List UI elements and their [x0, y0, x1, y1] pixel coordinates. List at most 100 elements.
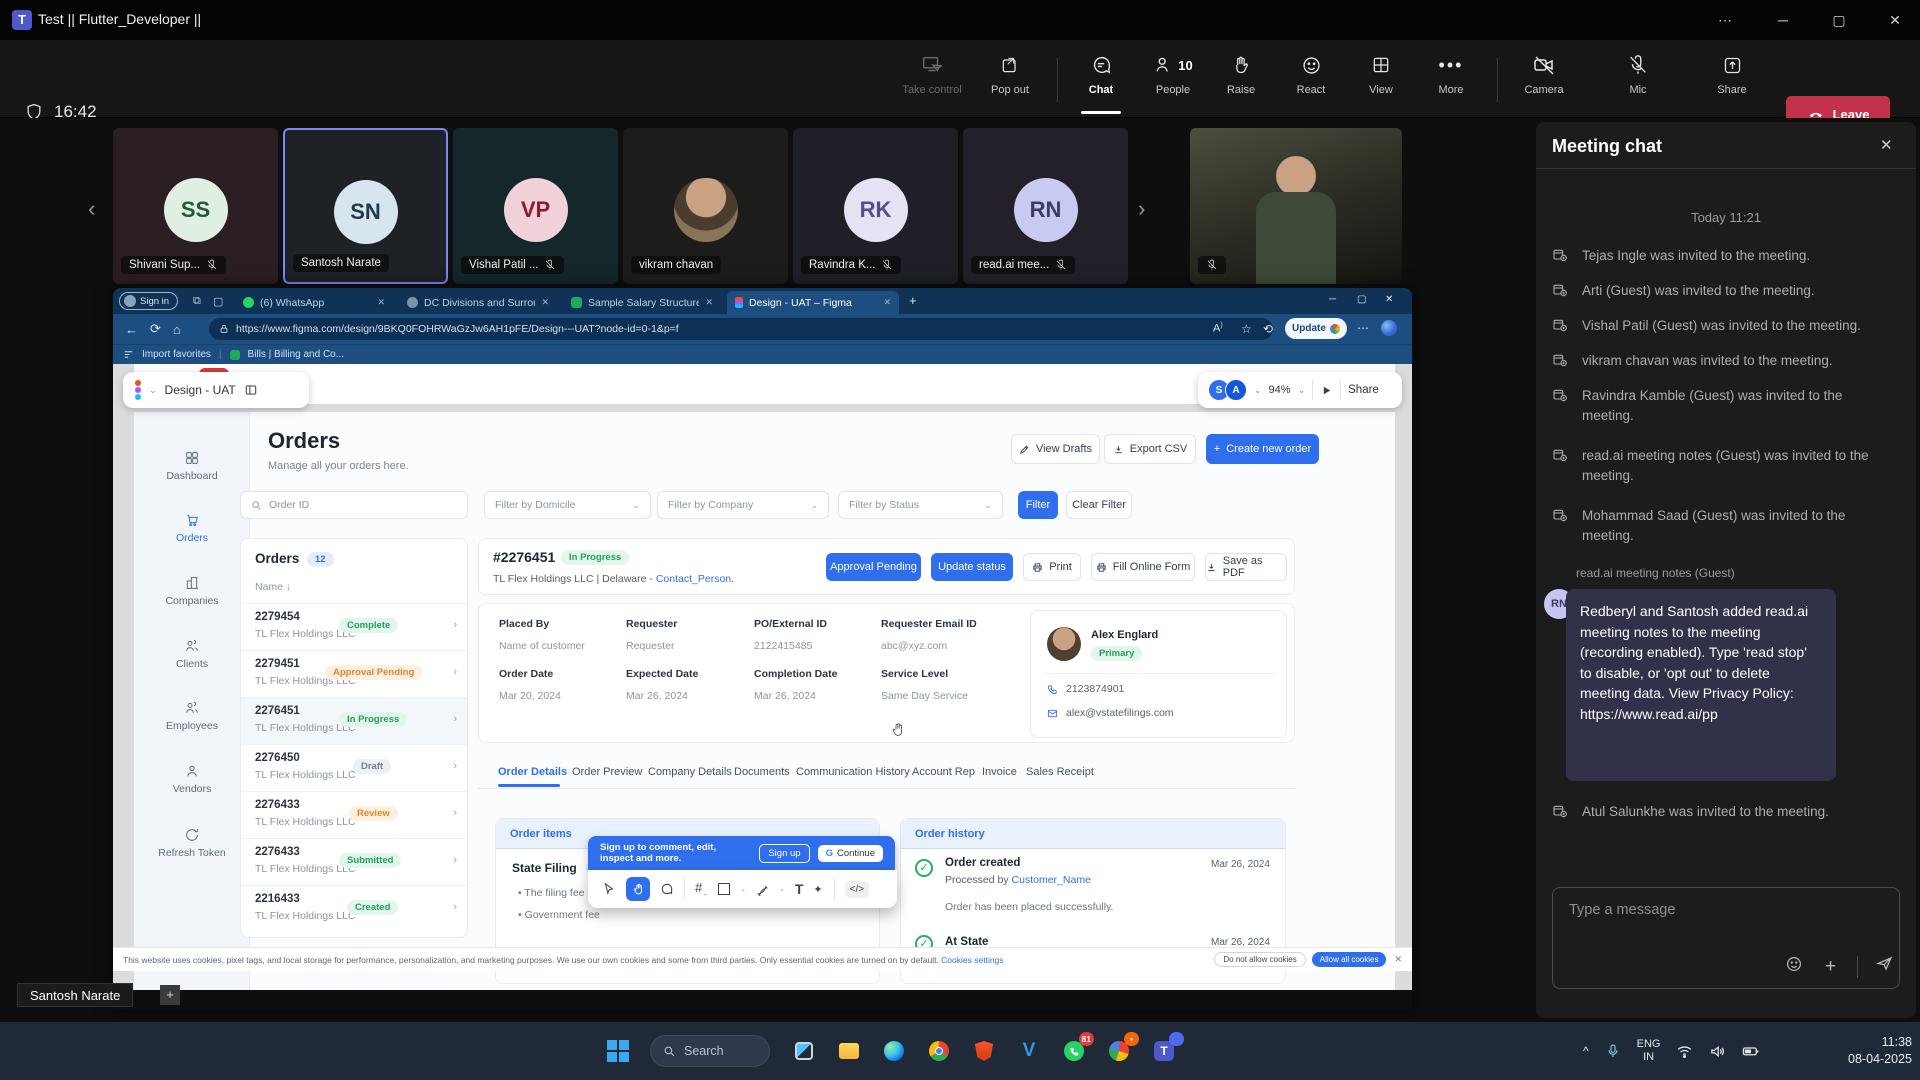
tab-company-details[interactable]: Company Details	[648, 766, 732, 778]
filter-company-select[interactable]: Filter by Company⌄	[657, 491, 829, 519]
chevron-down-icon[interactable]: ⌄	[1254, 385, 1262, 396]
more-button[interactable]: ••• More	[1419, 50, 1483, 110]
filter-button[interactable]: Filter	[1018, 491, 1058, 519]
browser-minimize[interactable]: ─	[1329, 294, 1336, 305]
order-row-selected[interactable]: 2276451TL Flex Holdings LLC In Progress›	[241, 697, 467, 744]
figma-doc-pill[interactable]: ⌄ Design - UAT	[123, 372, 309, 408]
pen-tool-icon[interactable]	[756, 883, 769, 896]
view-button[interactable]: View	[1349, 50, 1413, 110]
window-menu-icon[interactable]: ⋯	[1702, 0, 1748, 40]
fill-online-form-button[interactable]: Fill Online Form	[1091, 553, 1195, 581]
save-as-pdf-button[interactable]: Save as PDF	[1205, 553, 1287, 581]
tab-close-icon[interactable]: ✕	[705, 297, 713, 308]
whatsapp-icon[interactable]: 81	[1060, 1037, 1088, 1065]
close-button[interactable]: ✕	[1872, 0, 1918, 40]
sidebar-item-refresh-token[interactable]: Refresh Token	[134, 827, 250, 859]
participant-tile[interactable]: SS Shivani Sup...	[113, 128, 278, 284]
participant-tile[interactable]: VP Vishal Patil ...	[453, 128, 618, 284]
export-csv-button[interactable]: Export CSV	[1104, 434, 1196, 464]
taskbar-search[interactable]: Search	[650, 1035, 770, 1067]
browser-close[interactable]: ✕	[1385, 294, 1393, 305]
order-row[interactable]: 2279451TL Flex Holdings LLC Approval Pen…	[241, 650, 467, 697]
bills-bookmark-link[interactable]: Bills | Billing and Co...	[248, 349, 345, 360]
cookie-settings-link[interactable]: Cookies settings	[941, 955, 1003, 965]
tab-close-icon[interactable]: ✕	[883, 297, 891, 308]
figma-share-button[interactable]: Share	[1348, 384, 1379, 396]
chat-message-input[interactable]: Type a message +	[1552, 887, 1900, 989]
tab-sales-receipt[interactable]: Sales Receipt	[1026, 766, 1094, 778]
move-tool-icon[interactable]	[602, 882, 616, 896]
attach-plus-icon[interactable]: +	[1825, 956, 1836, 978]
mic-button[interactable]: Mic	[1606, 50, 1670, 110]
shape-tool-icon[interactable]	[718, 883, 730, 895]
back-icon[interactable]: ←	[125, 322, 138, 337]
copilot-icon[interactable]	[1381, 320, 1397, 336]
file-explorer-icon[interactable]	[835, 1037, 863, 1065]
tab-close-icon[interactable]: ✕	[541, 297, 549, 308]
tab-invoice[interactable]: Invoice	[982, 766, 1017, 778]
filter-domicile-select[interactable]: Filter by Domicile⌄	[484, 491, 651, 519]
component-tool-icon[interactable]: ✦	[813, 883, 823, 896]
sidebar-item-clients[interactable]: Clients	[134, 638, 250, 670]
emoji-icon[interactable]	[1785, 955, 1803, 978]
update-status-button[interactable]: Update status	[931, 553, 1013, 581]
camera-button[interactable]: Camera	[1512, 50, 1576, 110]
customer-name-link[interactable]: Customer_Name	[1012, 874, 1091, 886]
order-row[interactable]: 2279454TL Flex Holdings LLC Complete›	[241, 603, 467, 650]
chat-button[interactable]: Chat	[1069, 50, 1133, 110]
tab-communication-history[interactable]: Communication History	[796, 766, 910, 778]
read-aloud-icon[interactable]: A)	[1213, 322, 1223, 335]
deny-cookies-button[interactable]: Do not allow cookies	[1214, 952, 1305, 967]
new-tab-button[interactable]: +	[909, 293, 917, 308]
tab-close-icon[interactable]: ✕	[377, 297, 385, 308]
tray-language[interactable]: ENGIN	[1637, 1038, 1661, 1064]
sign-up-button[interactable]: Sign up	[759, 844, 809, 863]
order-row[interactable]: 2276450TL Flex Holdings LLC Draft›	[241, 744, 467, 791]
browser-update-button[interactable]: Update	[1285, 318, 1347, 339]
scroll-right-chevron[interactable]: ›	[1138, 196, 1145, 222]
hand-tool-icon-active[interactable]	[626, 877, 650, 901]
dev-mode-toggle[interactable]: </>	[845, 881, 869, 898]
order-row[interactable]: 2276433TL Flex Holdings LLC Review›	[241, 791, 467, 838]
contact-person-link[interactable]: Contact_Person.	[656, 573, 734, 585]
column-header-name[interactable]: Name ↓	[255, 581, 291, 593]
presenter-pin-button[interactable]: +	[160, 985, 180, 1005]
browser-tab-figma-active[interactable]: Design - UAT – Figma✕	[727, 291, 899, 314]
tab-order-preview[interactable]: Order Preview	[572, 766, 642, 778]
comment-tool-icon[interactable]	[660, 882, 674, 896]
teams-icon[interactable]: T	[1150, 1037, 1178, 1065]
participant-tile-video[interactable]	[1190, 128, 1402, 284]
order-row[interactable]: 2216433TL Flex Holdings LLC Created›	[241, 885, 467, 932]
sidebar-item-dashboard[interactable]: Dashboard	[134, 450, 250, 482]
allow-cookies-button[interactable]: Allow all cookies	[1312, 952, 1387, 967]
vscode-icon[interactable]: V	[1015, 1037, 1043, 1065]
view-drafts-button[interactable]: View Drafts	[1011, 434, 1100, 464]
sidebar-item-companies[interactable]: Companies	[134, 575, 250, 607]
zoom-level[interactable]: 94%	[1269, 384, 1291, 396]
google-continue-button[interactable]: GContinue	[818, 845, 883, 862]
tab-documents[interactable]: Documents	[734, 766, 790, 778]
participant-tile[interactable]: RK Ravindra K...	[793, 128, 958, 284]
participant-tile[interactable]: vikram chavan	[623, 128, 788, 284]
edge-icon[interactable]	[880, 1037, 908, 1065]
tray-volume-icon[interactable]	[1709, 1043, 1726, 1060]
participant-tile[interactable]: RN read.ai mee...	[963, 128, 1128, 284]
tab-order-details[interactable]: Order Details	[498, 766, 567, 778]
taskbar-clock[interactable]: 11:3808-04-2025	[1828, 1034, 1912, 1068]
brave-icon[interactable]	[970, 1037, 998, 1065]
sync-icon[interactable]: ⟲	[1263, 322, 1273, 336]
sidebar-item-vendors[interactable]: Vendors	[134, 763, 250, 795]
sidebar-item-employees[interactable]: Employees	[134, 700, 250, 732]
favorite-star-icon[interactable]: ☆	[1241, 322, 1252, 336]
print-button[interactable]: Print	[1023, 553, 1081, 581]
refresh-icon[interactable]: ⟳	[150, 321, 161, 337]
browser-maximize[interactable]: ▢	[1357, 294, 1366, 305]
browser-workspace-icon[interactable]: ▢	[213, 295, 223, 308]
minimize-button[interactable]: ─	[1760, 0, 1806, 40]
browser-tab-dc-divisions[interactable]: DC Divisions and Surroundings✕	[399, 291, 557, 314]
browser-profile-icon[interactable]: •	[1105, 1037, 1133, 1065]
share-button[interactable]: Share	[1700, 50, 1764, 110]
frame-tool-icon[interactable]: #⌄	[695, 880, 708, 898]
browser-extension-icon[interactable]: ⧉	[193, 295, 201, 308]
chevron-down-icon[interactable]: ⌄	[1298, 385, 1306, 396]
